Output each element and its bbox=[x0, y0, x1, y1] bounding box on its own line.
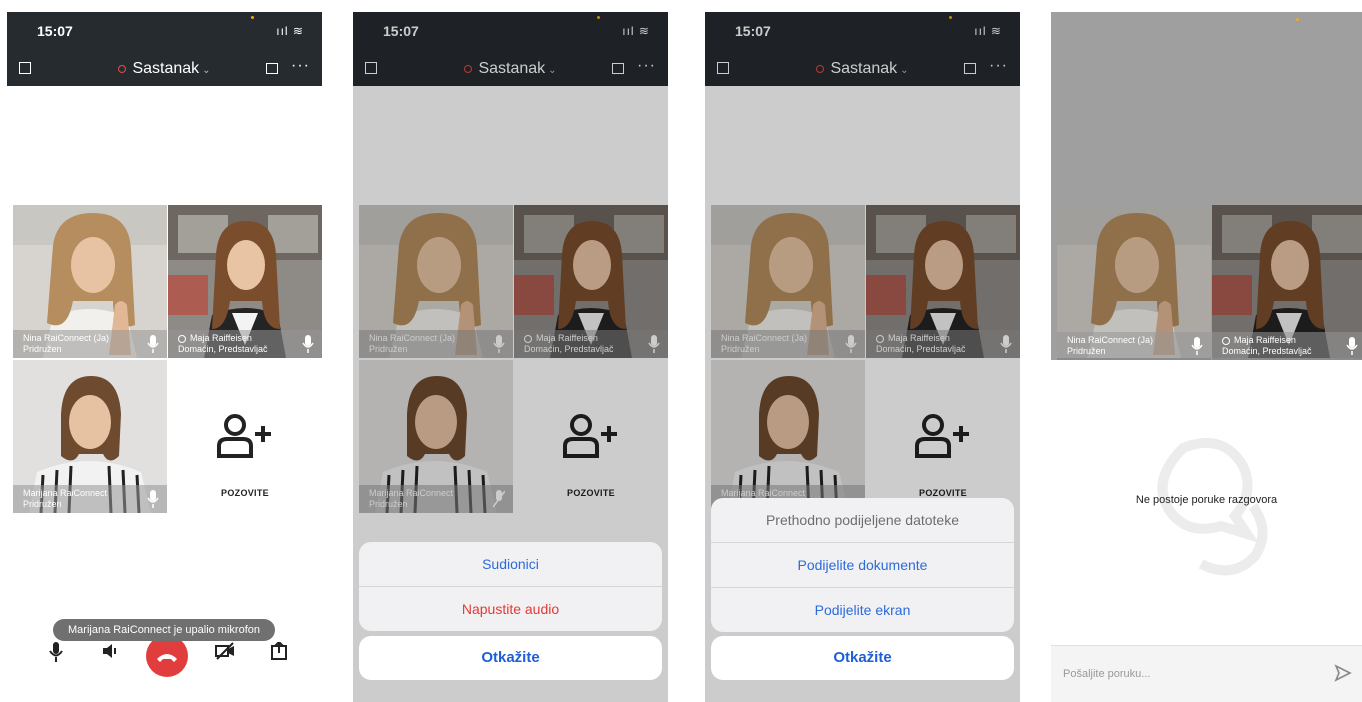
participant-caption: Nina RaiConnect (Ja) Pridružen bbox=[1057, 332, 1211, 360]
participant-tile[interactable]: Maja Raiffeisen Domaćin, Predstavljač bbox=[168, 205, 322, 358]
invite-tile[interactable]: POZOVITE bbox=[168, 360, 322, 513]
participant-tile[interactable]: Nina RaiConnect (Ja) Pridružen bbox=[1057, 205, 1211, 360]
mic-icon bbox=[147, 335, 159, 353]
participant-caption: Maja Raiffeisen Domaćin, Predstavljač bbox=[1212, 332, 1362, 360]
send-icon[interactable] bbox=[1334, 664, 1352, 682]
mic-icon[interactable] bbox=[49, 642, 63, 662]
signal-icon: ııl ≋ bbox=[276, 24, 304, 38]
participants-option[interactable]: Sudionici bbox=[359, 542, 662, 587]
leave-audio-option[interactable]: Napustite audio bbox=[359, 587, 662, 631]
switch-view-icon[interactable] bbox=[266, 63, 278, 74]
toast-notification: Marijana RaiConnect je upalio mikrofon bbox=[53, 619, 275, 641]
participant-tile[interactable]: Marijana RaiConnect Pridružen bbox=[13, 360, 167, 513]
message-input[interactable] bbox=[1061, 658, 1325, 690]
status-time: 15:07 bbox=[37, 23, 73, 39]
chat-empty-message: Ne postoje poruke razgovora bbox=[1135, 494, 1278, 506]
phone-screen-audio-menu: 15:07 ııl ≋ Sastanak ⌄ ··· Nina RaiConnec… bbox=[353, 12, 668, 702]
share-screen-icon[interactable] bbox=[271, 642, 287, 660]
chevron-down-icon: ⌄ bbox=[202, 65, 211, 76]
participant-tile[interactable]: Nina RaiConnect (Ja) Pridružen bbox=[13, 205, 167, 358]
audio-action-sheet: Sudionici Napustite audio bbox=[359, 542, 662, 631]
speaker-icon[interactable] bbox=[101, 642, 119, 660]
share-screen-option[interactable]: Podijelite ekran bbox=[711, 588, 1014, 632]
status-bar: 15:07 ııl ≋ bbox=[7, 12, 322, 54]
end-call-icon bbox=[157, 654, 177, 662]
previously-shared-files-option[interactable]: Prethodno podijeljene datoteke bbox=[711, 498, 1014, 543]
mic-icon bbox=[147, 490, 159, 508]
host-icon bbox=[1222, 336, 1230, 345]
end-call-button[interactable] bbox=[146, 635, 188, 677]
participant-caption: Nina RaiConnect (Ja) Pridružen bbox=[13, 330, 167, 358]
share-action-sheet: Prethodno podijeljene datoteke Podijelit… bbox=[711, 498, 1014, 632]
phone-screen-share-menu: 15:07 ııl ≋ Sastanak ⌄ ··· Nina RaiConnec… bbox=[705, 12, 1020, 702]
share-documents-option[interactable]: Podijelite dokumente bbox=[711, 543, 1014, 588]
participant-caption: Marijana RaiConnect Pridružen bbox=[13, 485, 167, 513]
invite-label: POZOVITE bbox=[221, 488, 269, 498]
mic-icon bbox=[1191, 337, 1203, 355]
mic-icon bbox=[1346, 337, 1358, 355]
phone-screen-call: 15:07 ııl ≋ Sastanak ⌄ ··· Nina RaiConnec… bbox=[7, 12, 322, 702]
phone-screen-chat: Nina RaiConnect (Ja) Pridružen Maja Raif… bbox=[1051, 12, 1362, 702]
mic-icon bbox=[302, 335, 314, 353]
privacy-dot bbox=[251, 16, 254, 19]
privacy-dot bbox=[1296, 18, 1299, 21]
record-icon bbox=[118, 64, 127, 73]
cancel-button[interactable]: Otkažite bbox=[711, 636, 1014, 680]
more-icon[interactable]: ··· bbox=[291, 57, 310, 75]
video-off-icon[interactable] bbox=[215, 642, 235, 660]
participant-caption: Maja Raiffeisen Domaćin, Predstavljač bbox=[168, 330, 322, 358]
add-person-icon bbox=[217, 414, 271, 458]
chat-bubble-icon bbox=[1157, 437, 1268, 576]
chat-compose-bar bbox=[1051, 645, 1362, 702]
participant-tile[interactable]: Maja Raiffeisen Domaćin, Predstavljač bbox=[1212, 205, 1362, 360]
host-icon bbox=[178, 334, 186, 343]
meeting-header: Sastanak ⌄ ··· bbox=[7, 54, 322, 86]
cancel-button[interactable]: Otkažite bbox=[359, 636, 662, 680]
